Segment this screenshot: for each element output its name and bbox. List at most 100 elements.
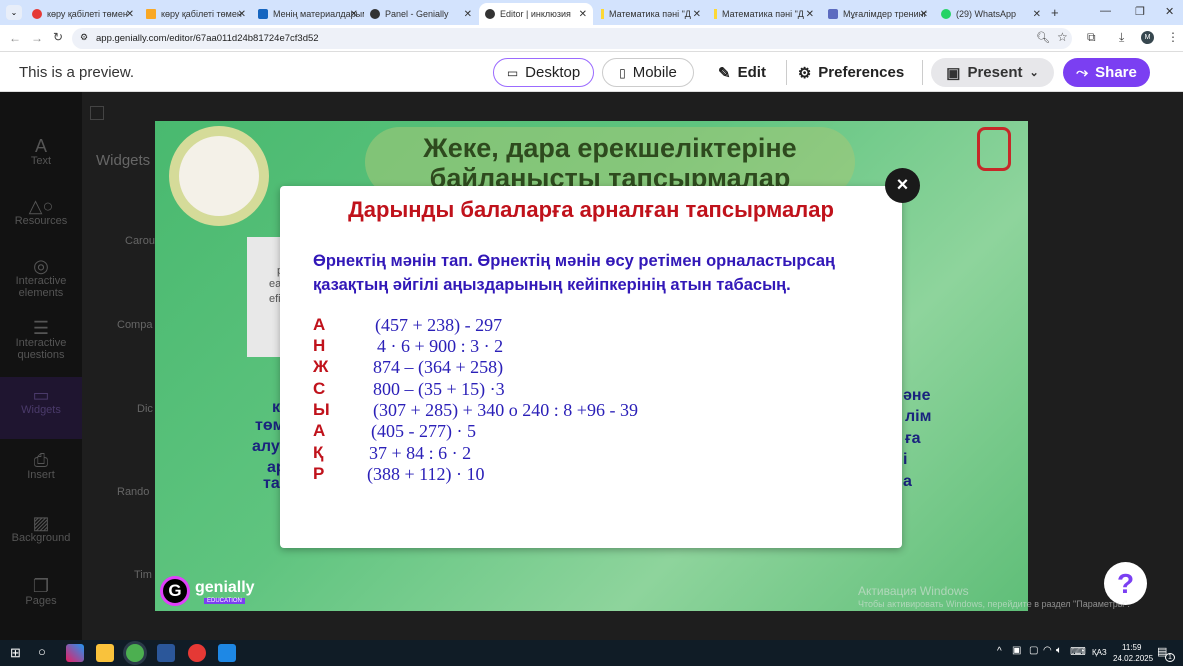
- new-tab-button[interactable]: +: [1051, 5, 1059, 20]
- browser-tab-active[interactable]: Editor | инклюзия ✕: [479, 3, 593, 25]
- back-icon[interactable]: ←: [9, 31, 21, 45]
- clock-time[interactable]: 11:59: [1122, 643, 1141, 652]
- browser-tab[interactable]: Математика пәні "Д ✕: [708, 3, 820, 25]
- hand-pointer-icon[interactable]: [977, 127, 1011, 171]
- word-icon[interactable]: [157, 644, 175, 662]
- close-tab-icon[interactable]: ✕: [1033, 9, 1041, 20]
- mobile-view-button[interactable]: ▯ Mobile: [602, 58, 694, 87]
- panel-title: Widgets: [96, 152, 151, 169]
- search-icon[interactable]: ○: [38, 644, 46, 659]
- close-tab-icon[interactable]: ✕: [464, 9, 472, 20]
- divider: [922, 60, 923, 85]
- tab-favicon-icon: [601, 9, 604, 19]
- chrome-icon[interactable]: [126, 644, 144, 662]
- expression-row: Н4 · 6 + 900 : 3 · 2: [313, 336, 504, 356]
- activation-watermark-title: Активация Windows: [858, 584, 969, 598]
- tray-icon[interactable]: ▣: [1012, 645, 1021, 656]
- activation-watermark-text: Чтобы активировать Windows, перейдите в …: [858, 599, 1130, 609]
- sidebar-item-interactive-questions[interactable]: ☰ Interactive questions: [0, 319, 82, 361]
- close-popup-button[interactable]: ×: [885, 168, 920, 203]
- browser-tab[interactable]: Математика пәні "Д ✕: [595, 3, 707, 25]
- close-tab-icon[interactable]: ✕: [238, 9, 246, 20]
- zoom-icon[interactable]: 🔍︎: [1036, 31, 1050, 44]
- volume-icon[interactable]: 🔈︎: [1056, 645, 1062, 656]
- yandex-icon[interactable]: [188, 644, 206, 662]
- sidebar-item-insert[interactable]: ⎙ Insert: [0, 451, 82, 481]
- tab-search-button[interactable]: ⌄: [6, 5, 22, 20]
- close-window-button[interactable]: ✕: [1165, 5, 1174, 18]
- copilot-icon[interactable]: [66, 644, 84, 662]
- preferences-button[interactable]: ⚙ Preferences: [797, 58, 905, 87]
- address-bar-row: ← → ↻ ⚙ app.genially.com/editor/67aa011d2…: [0, 25, 1183, 52]
- sidebar-item-interactive-elements[interactable]: ◎ Interactive elements: [0, 257, 82, 299]
- meet-icon[interactable]: ▢: [1029, 645, 1038, 656]
- text-icon: A: [34, 136, 47, 156]
- tab-favicon-icon: [32, 9, 42, 19]
- edit-button[interactable]: ✎ Edit: [712, 58, 772, 87]
- popup-title: Дарынды балаларға арналған тапсырмалар: [348, 197, 834, 222]
- close-tab-icon[interactable]: ✕: [693, 9, 701, 20]
- expression-row: Ж 874 – (364 + 258): [313, 357, 504, 377]
- language-indicator[interactable]: ҚАЗ: [1092, 648, 1107, 657]
- preview-header: This is a preview. ▭ Desktop ▯ Mobile ✎ Edi…: [0, 52, 1183, 92]
- laptop-icon: ▭: [506, 65, 519, 80]
- close-tab-icon[interactable]: ✕: [126, 9, 134, 20]
- keyboard-icon[interactable]: ⌨: [1070, 645, 1086, 658]
- close-tab-icon[interactable]: ✕: [806, 9, 814, 20]
- restore-button[interactable]: ❐: [1135, 5, 1145, 18]
- widget-item[interactable]: Compa: [117, 319, 152, 331]
- slide-text-fragment: і: [903, 451, 908, 468]
- close-tab-icon[interactable]: ✕: [920, 9, 928, 20]
- widget-icon: ▭: [32, 385, 50, 405]
- wifi-icon[interactable]: ◠: [1043, 645, 1052, 656]
- divider: [786, 60, 787, 85]
- sidebar-item-text[interactable]: A Text: [0, 136, 82, 167]
- clock-date[interactable]: 24.02.2025: [1113, 654, 1153, 663]
- shapes-icon: △○: [28, 196, 54, 216]
- widget-item[interactable]: Tim: [134, 569, 152, 581]
- download-icon[interactable]: ⤓: [1119, 30, 1124, 45]
- reload-icon[interactable]: ↻: [53, 30, 63, 44]
- browser-tab[interactable]: көру қабілеті төмен ✕: [26, 3, 140, 25]
- bookmark-star-icon[interactable]: ☆: [1057, 30, 1068, 44]
- sidebar-item-resources[interactable]: △○ Resources: [0, 196, 82, 227]
- sidebar-item-widgets[interactable]: ▭ Widgets: [0, 377, 82, 439]
- site-info-icon[interactable]: ⚙: [80, 32, 88, 43]
- profile-avatar[interactable]: M: [1141, 31, 1154, 44]
- expression-row: Ы (307 + 285) + 340 о 240 : 8 +96 - 39: [313, 400, 638, 420]
- browser-tab[interactable]: Менің материалдарым ✕: [252, 3, 364, 25]
- chevron-down-icon: ⌄: [1029, 67, 1039, 79]
- url-input[interactable]: ⚙ app.genially.com/editor/67aa011d24b8172…: [72, 28, 1072, 49]
- widget-item[interactable]: Dic: [137, 403, 153, 415]
- desktop-view-button[interactable]: ▭ Desktop: [493, 58, 594, 87]
- forward-icon[interactable]: →: [31, 31, 43, 45]
- browser-tab[interactable]: Мұғалімдер тренинг ✕: [822, 3, 934, 25]
- share-icon: ⤳: [1076, 64, 1089, 81]
- close-tab-icon[interactable]: ✕: [579, 9, 587, 20]
- close-tab-icon[interactable]: ✕: [350, 9, 358, 20]
- minimize-button[interactable]: —: [1100, 5, 1111, 17]
- present-button[interactable]: ▣ Present ⌄: [931, 58, 1054, 87]
- widget-item[interactable]: Rando: [117, 486, 149, 498]
- tab-favicon-icon: [485, 9, 495, 19]
- presentation-icon: ▣: [946, 64, 961, 82]
- browser-tab[interactable]: көру қабілеті төмен ✕: [140, 3, 252, 25]
- widget-item[interactable]: Carou: [125, 235, 155, 247]
- slide-text-fragment: алу: [252, 438, 280, 455]
- popup-window: Дарынды балаларға арналған тапсырмалар Ө…: [280, 186, 902, 548]
- extensions-icon[interactable]: ⧉: [1087, 30, 1096, 45]
- editor-sidebar: A Text △○ Resources ◎ Interactive elements …: [0, 92, 82, 640]
- genially-logo-text: genially: [195, 579, 255, 596]
- browser-tab[interactable]: Panel - Genially ✕: [364, 3, 478, 25]
- file-explorer-icon[interactable]: [96, 644, 114, 662]
- windows-start-icon[interactable]: ⊞: [10, 645, 21, 661]
- sidebar-item-pages[interactable]: ❐ Pages: [0, 577, 82, 607]
- share-button[interactable]: ⤳ Share: [1063, 58, 1150, 87]
- paint-icon[interactable]: [218, 644, 236, 662]
- menu-icon[interactable]: ⋮: [1167, 30, 1179, 44]
- tray-chevron-icon[interactable]: ^: [997, 646, 1002, 657]
- browser-tab[interactable]: (29) WhatsApp ✕: [935, 3, 1047, 25]
- checkbox-icon: [90, 106, 104, 120]
- gear-icon: ⚙: [797, 64, 812, 82]
- sidebar-item-background[interactable]: ▨ Background: [0, 514, 82, 544]
